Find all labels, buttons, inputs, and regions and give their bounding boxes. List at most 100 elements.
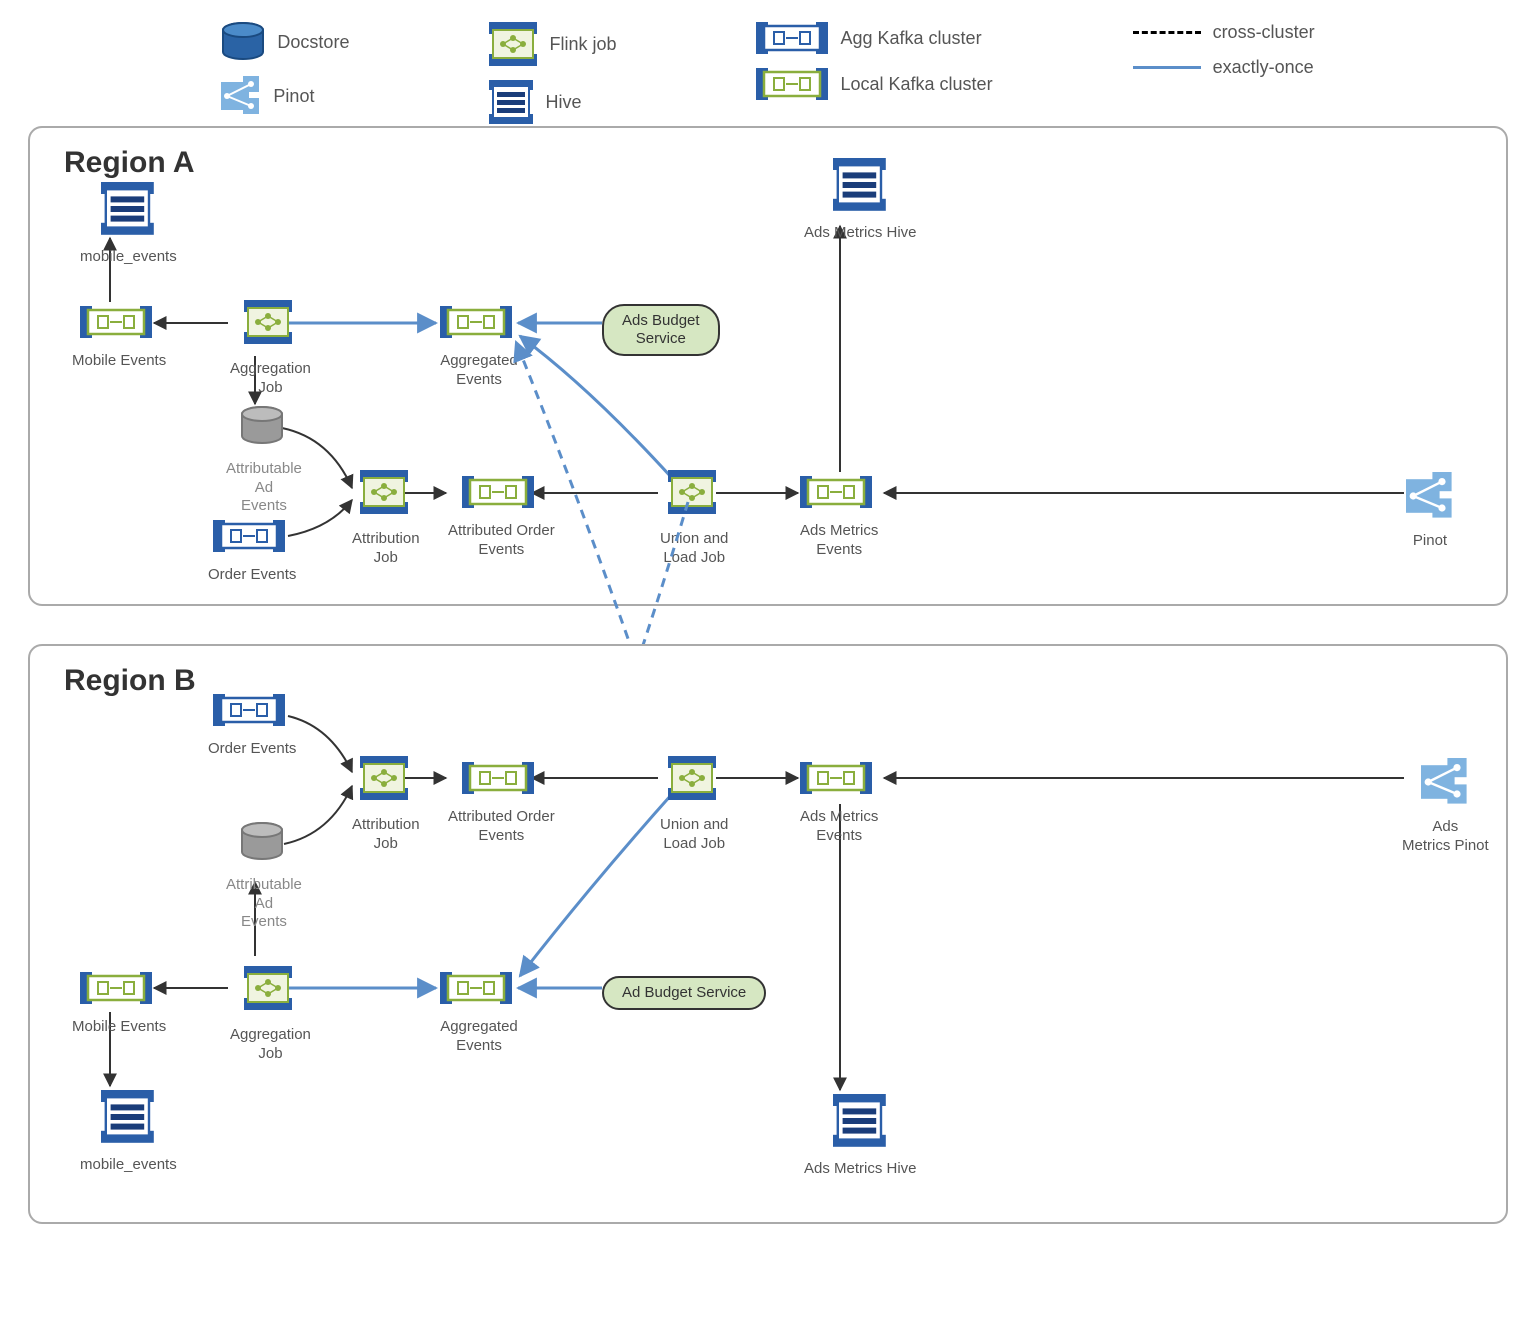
node-label: Attribution Job bbox=[352, 530, 420, 568]
local-kafka-icon bbox=[462, 762, 540, 796]
node-label: mobile_events bbox=[80, 1156, 177, 1175]
service-label: Ad Budget Service bbox=[622, 984, 746, 1001]
attributable-ad-events: Attributable Ad Events bbox=[226, 406, 302, 516]
local-kafka-icon bbox=[80, 972, 158, 1006]
legend-hive: Hive bbox=[489, 80, 616, 124]
hive-icon bbox=[101, 1090, 155, 1144]
local-kafka-icon bbox=[80, 306, 158, 340]
local-kafka-icon bbox=[800, 762, 878, 796]
docstore-icon bbox=[221, 22, 265, 62]
region-b: Region B Order Events Attribution Job At… bbox=[28, 644, 1508, 1224]
aggregated-events: Aggregated Events bbox=[440, 972, 518, 1055]
attribution-job: Attribution Job bbox=[352, 470, 420, 567]
pinot-icon bbox=[221, 76, 261, 116]
legend: Docstore Pinot Flink job Hive Agg Kafka … bbox=[0, 22, 1536, 124]
order-events: Order Events bbox=[208, 520, 296, 585]
agg-kafka-icon bbox=[213, 520, 291, 554]
union-load-job: Union and Load Job bbox=[660, 470, 728, 567]
legend-label: cross-cluster bbox=[1213, 22, 1315, 43]
ad-budget-service: Ad Budget Service bbox=[602, 976, 766, 1010]
flink-icon bbox=[668, 756, 720, 804]
mobile-events-kafka: Mobile Events bbox=[72, 972, 166, 1037]
node-label: Mobile Events bbox=[72, 1018, 166, 1037]
docstore-icon bbox=[240, 822, 288, 864]
attribution-job: Attribution Job bbox=[352, 756, 420, 853]
node-label: Attributable Ad Events bbox=[226, 460, 302, 516]
mobile-events-hive: mobile_events bbox=[80, 1090, 177, 1175]
region-b-title: Region B bbox=[64, 664, 196, 698]
node-label: mobile_events bbox=[80, 248, 177, 267]
node-label: Order Events bbox=[208, 740, 296, 759]
mobile-events-kafka: Mobile Events bbox=[72, 306, 166, 371]
legend-label: Pinot bbox=[273, 86, 314, 107]
local-kafka-icon bbox=[756, 68, 828, 100]
hive-icon bbox=[833, 1094, 887, 1148]
hive-icon bbox=[101, 182, 155, 236]
ads-budget-service: Ads Budget Service bbox=[602, 304, 720, 356]
attributed-order-events: Attributed Order Events bbox=[448, 762, 555, 845]
mobile-events-hive: mobile_events bbox=[80, 182, 177, 267]
order-events: Order Events bbox=[208, 694, 296, 759]
legend-docstore: Docstore bbox=[221, 22, 349, 62]
ads-metrics-hive: Ads Metrics Hive bbox=[804, 1094, 917, 1179]
aggregation-job: Aggregation Job bbox=[230, 300, 311, 397]
pinot-icon bbox=[1406, 472, 1454, 520]
node-label: Union and Load Job bbox=[660, 816, 728, 854]
flink-icon bbox=[244, 966, 296, 1014]
ads-metrics-events: Ads Metrics Events bbox=[800, 476, 878, 559]
node-label: Ads Metrics Events bbox=[800, 522, 878, 560]
flink-icon bbox=[489, 22, 537, 66]
node-label: Union and Load Job bbox=[660, 530, 728, 568]
legend-pinot: Pinot bbox=[221, 76, 349, 116]
aggregated-events: Aggregated Events bbox=[440, 306, 518, 389]
node-label: Aggregation Job bbox=[230, 360, 311, 398]
ads-metrics-hive: Ads Metrics Hive bbox=[804, 158, 917, 243]
hive-icon bbox=[489, 80, 533, 124]
hive-icon bbox=[833, 158, 887, 212]
service-label: Ads Budget Service bbox=[622, 312, 700, 347]
legend-label: Agg Kafka cluster bbox=[840, 28, 981, 49]
attributed-order-events: Attributed Order Events bbox=[448, 476, 555, 559]
pinot-icon bbox=[1421, 758, 1469, 806]
node-label: Aggregated Events bbox=[440, 1018, 518, 1056]
attributable-ad-events: Attributable Ad Events bbox=[226, 822, 302, 932]
node-label: Ads Metrics Hive bbox=[804, 224, 917, 243]
legend-agg-kafka: Agg Kafka cluster bbox=[756, 22, 992, 54]
docstore-icon bbox=[240, 406, 288, 448]
node-label: Aggregated Events bbox=[440, 352, 518, 390]
node-label: Pinot bbox=[1406, 532, 1454, 551]
legend-label: Hive bbox=[545, 92, 581, 113]
agg-kafka-icon bbox=[213, 694, 291, 728]
legend-label: Docstore bbox=[277, 32, 349, 53]
local-kafka-icon bbox=[440, 306, 518, 340]
node-label: Order Events bbox=[208, 566, 296, 585]
node-label: Attributable Ad Events bbox=[226, 876, 302, 932]
pinot: Pinot bbox=[1406, 472, 1454, 551]
ads-metrics-pinot: Ads Metrics Pinot bbox=[1402, 758, 1489, 855]
flink-icon bbox=[668, 470, 720, 518]
local-kafka-icon bbox=[462, 476, 540, 510]
legend-exactly-once: exactly-once bbox=[1133, 57, 1315, 78]
legend-label: Local Kafka cluster bbox=[840, 74, 992, 95]
node-label: Ads Metrics Pinot bbox=[1402, 818, 1489, 856]
legend-label: exactly-once bbox=[1213, 57, 1314, 78]
node-label: Attributed Order Events bbox=[448, 808, 555, 846]
node-label: Attributed Order Events bbox=[448, 522, 555, 560]
ads-metrics-events: Ads Metrics Events bbox=[800, 762, 878, 845]
legend-label: Flink job bbox=[549, 34, 616, 55]
agg-kafka-icon bbox=[756, 22, 828, 54]
node-label: Aggregation Job bbox=[230, 1026, 311, 1064]
node-label: Mobile Events bbox=[72, 352, 166, 371]
node-label: Ads Metrics Hive bbox=[804, 1160, 917, 1179]
flink-icon bbox=[360, 756, 412, 804]
flink-icon bbox=[244, 300, 296, 348]
region-a: Region A mobile_events Mobile Events Agg… bbox=[28, 126, 1508, 606]
local-kafka-icon bbox=[800, 476, 878, 510]
local-kafka-icon bbox=[440, 972, 518, 1006]
flink-icon bbox=[360, 470, 412, 518]
legend-local-kafka: Local Kafka cluster bbox=[756, 68, 992, 100]
legend-cross-cluster: cross-cluster bbox=[1133, 22, 1315, 43]
aggregation-job: Aggregation Job bbox=[230, 966, 311, 1063]
region-a-title: Region A bbox=[64, 146, 195, 180]
legend-flink: Flink job bbox=[489, 22, 616, 66]
